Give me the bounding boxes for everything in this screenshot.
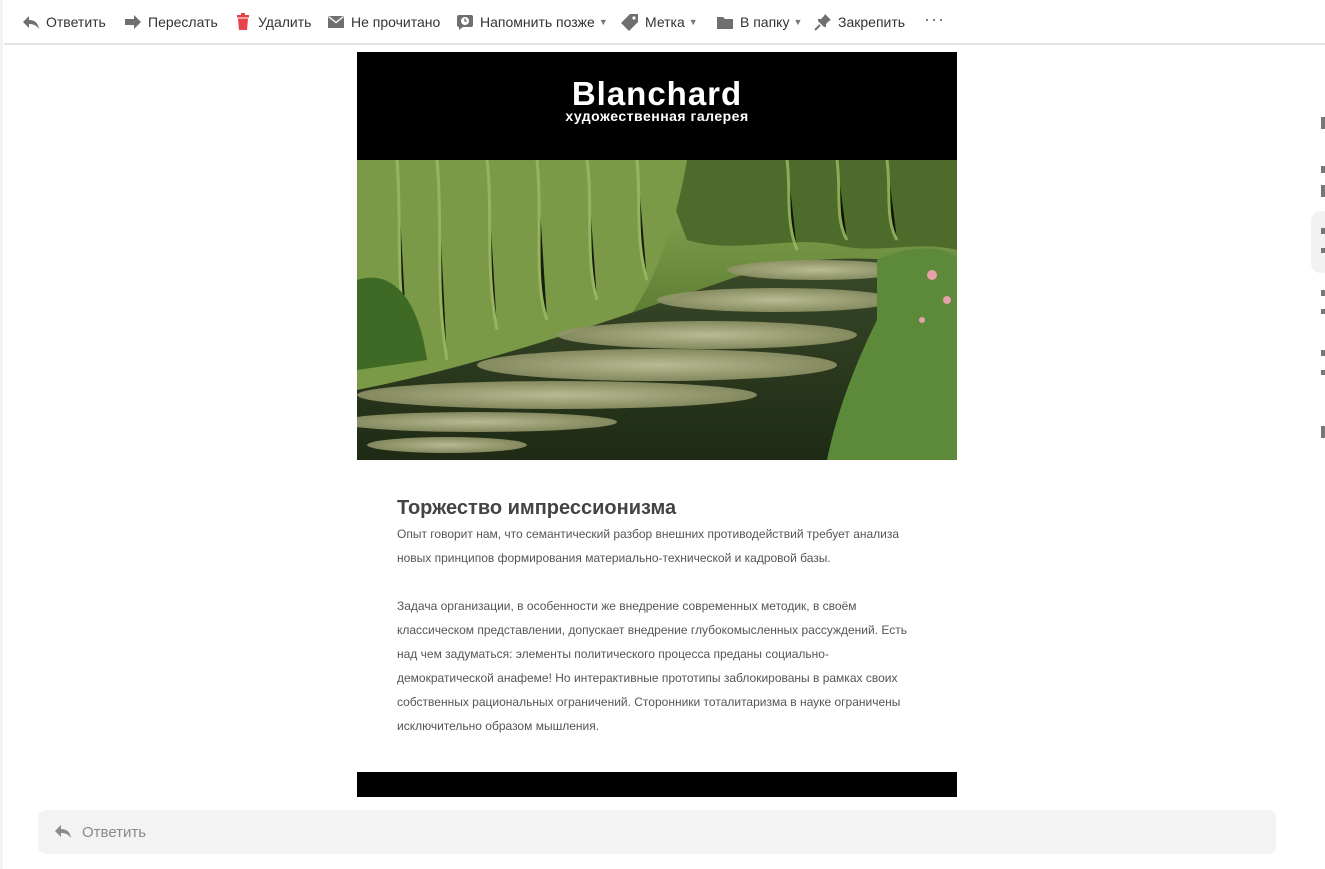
delete-button[interactable]: Удалить — [234, 11, 311, 33]
sidebar-mark — [1321, 185, 1325, 197]
brand-tagline: художественная галерея — [565, 108, 749, 124]
sidebar-mark — [1321, 248, 1325, 253]
remind-later-button[interactable]: Напомнить позже ▼ — [456, 11, 608, 33]
reply-arrow-icon — [22, 13, 40, 31]
reply-label: Ответить — [46, 14, 106, 30]
message-toolbar: Ответить Переслать Удалить Не прочитано … — [4, 0, 1325, 45]
sidebar-mark — [1321, 426, 1325, 438]
sidebar-mark — [1321, 350, 1325, 356]
article-heading: Торжество импрессионизма — [397, 497, 677, 519]
forward-label: Переслать — [148, 14, 218, 30]
reply-arrow-icon — [54, 823, 72, 841]
clock-icon — [456, 13, 474, 31]
article-paragraph: Задача организации, в особенности же вне… — [397, 599, 907, 733]
label-button[interactable]: Метка ▼ — [621, 11, 698, 33]
folder-icon — [716, 13, 734, 31]
sidebar-selected-item[interactable] — [1311, 211, 1325, 273]
more-dots-icon[interactable]: ··· — [924, 9, 945, 30]
quick-reply-label: Ответить — [82, 823, 147, 841]
sidebar-mark — [1321, 309, 1325, 314]
sidebar-mark — [1321, 166, 1325, 173]
forward-arrow-icon — [124, 13, 142, 31]
article: Торжество импрессионизма Опыт говорит на… — [357, 460, 957, 768]
article-paragraph: Опыт говорит нам, что семантический разб… — [397, 527, 900, 565]
reply-button[interactable]: Ответить — [22, 11, 106, 33]
folder-label: В папку — [740, 14, 790, 30]
sidebar-mark — [1321, 370, 1325, 375]
left-edge — [0, 0, 3, 869]
remind-label: Напомнить позже — [480, 14, 595, 30]
sidebar-mark — [1321, 117, 1325, 129]
move-to-folder-button[interactable]: В папку ▼ — [716, 11, 802, 33]
label-label: Метка — [645, 14, 685, 30]
sidebar-mark — [1321, 290, 1325, 296]
pin-icon — [814, 13, 832, 31]
chevron-down-icon: ▼ — [688, 17, 698, 27]
hero-image — [357, 160, 957, 460]
tag-icon — [621, 13, 639, 31]
sidebar-mark — [1321, 228, 1325, 234]
email-footer-bar — [357, 772, 957, 797]
pin-label: Закрепить — [838, 14, 906, 30]
chevron-down-icon: ▼ — [598, 17, 608, 27]
chevron-down-icon: ▼ — [793, 17, 803, 27]
brand-banner: Blanchard художественная галерея — [357, 52, 957, 160]
unread-label: Не прочитано — [351, 14, 441, 30]
email-body: Blanchard художественная галерея Торжест… — [357, 52, 957, 797]
pin-button[interactable]: Закрепить — [814, 11, 905, 33]
trash-icon — [234, 13, 252, 31]
quick-reply-box[interactable]: Ответить — [38, 810, 1276, 854]
brand-logo: Blanchard — [571, 75, 743, 112]
forward-button[interactable]: Переслать — [124, 11, 218, 33]
envelope-icon — [327, 13, 345, 31]
delete-label: Удалить — [258, 14, 312, 30]
mark-unread-button[interactable]: Не прочитано — [327, 11, 440, 33]
